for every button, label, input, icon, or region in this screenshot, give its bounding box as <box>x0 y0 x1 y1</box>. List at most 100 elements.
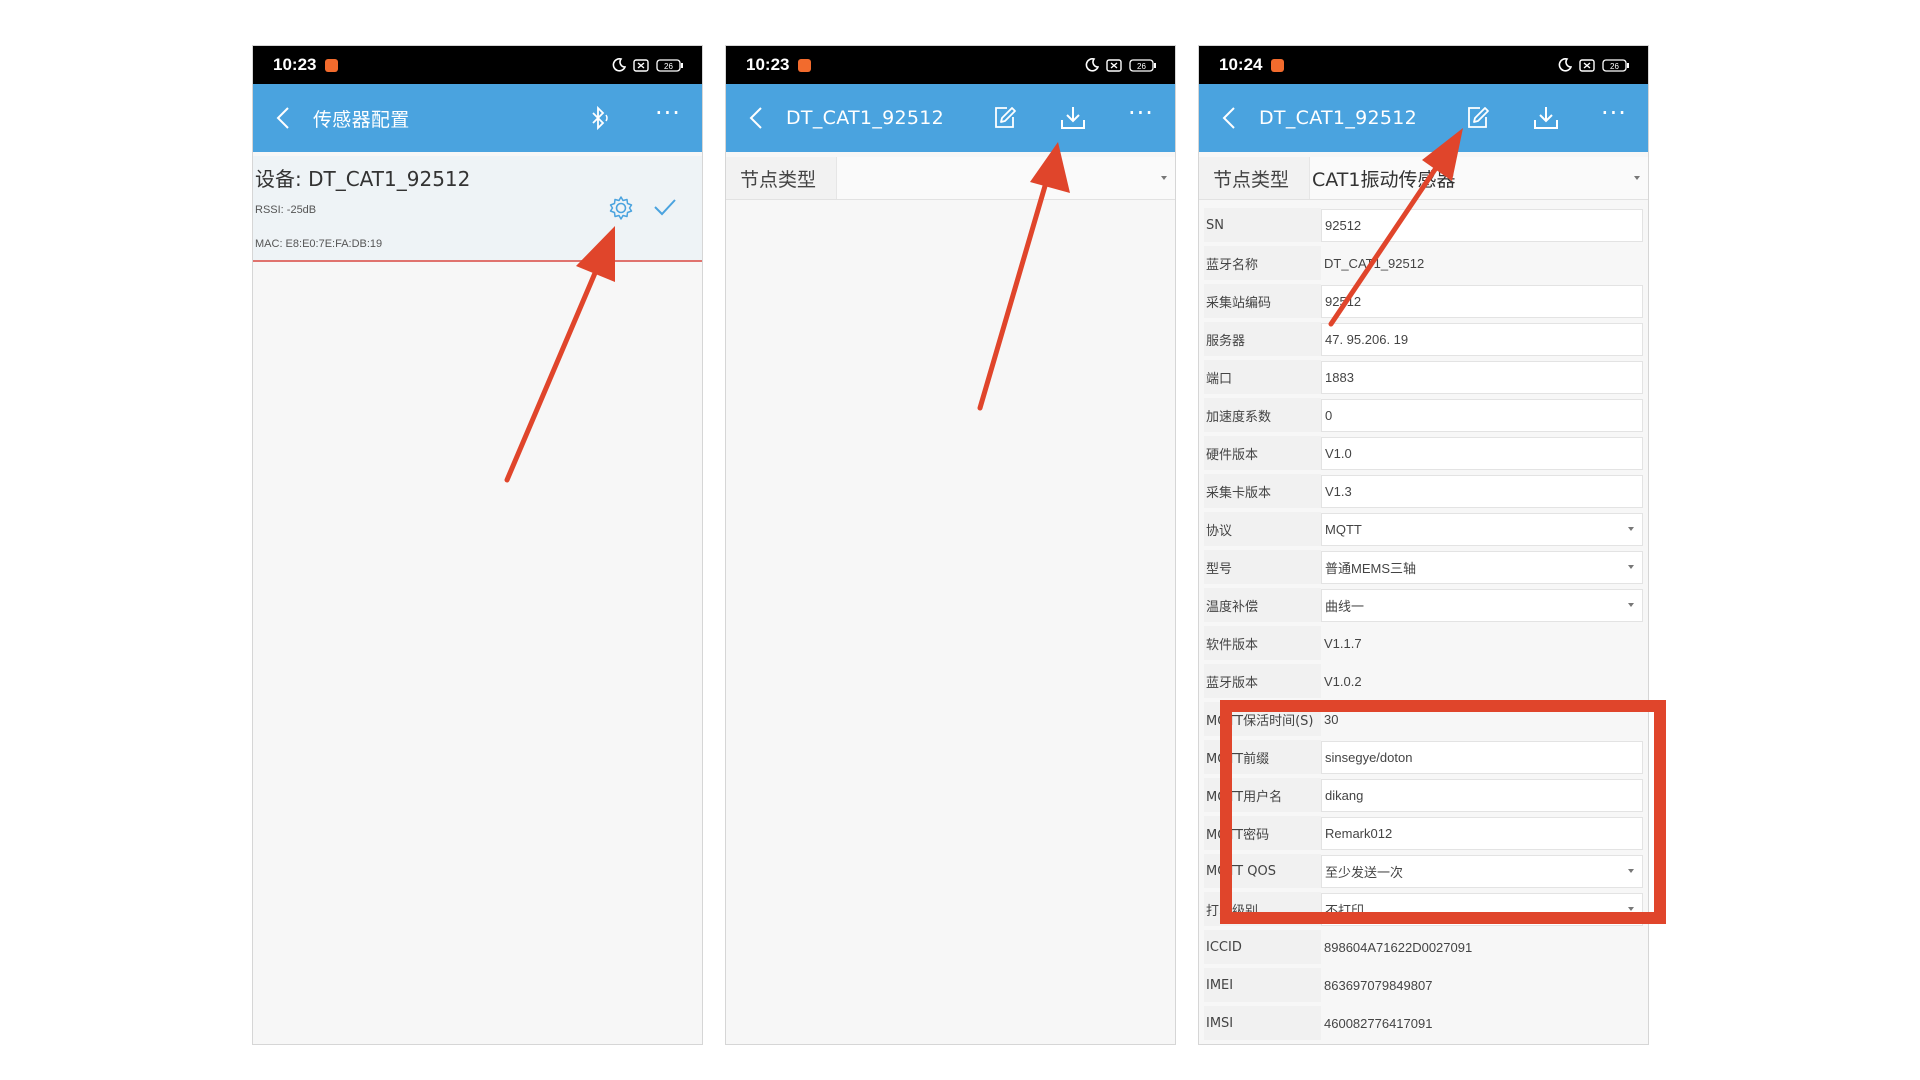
node-type-select[interactable]: CAT1振动传感器 <box>1309 157 1648 199</box>
node-type-value: CAT1振动传感器 <box>1312 168 1456 191</box>
status-bar: 10:23 26 <box>253 46 702 84</box>
param-value-text: 普通MEMS三轴 <box>1325 560 1417 576</box>
param-input[interactable]: Remark012 <box>1321 816 1643 850</box>
param-value-text: 92512 <box>1325 293 1362 309</box>
param-input[interactable]: V1.0 <box>1321 436 1643 470</box>
param-label: 蓝牙名称 <box>1204 246 1321 280</box>
param-value-text: MQTT <box>1325 521 1362 537</box>
param-row: 蓝牙版本 V1.0.2 <box>1204 662 1643 700</box>
node-type-select[interactable] <box>836 157 1175 199</box>
settings-button[interactable] <box>607 194 635 226</box>
param-input[interactable]: sinsegye/doton <box>1321 740 1643 774</box>
param-value-text: dikang <box>1325 787 1364 803</box>
param-input[interactable]: dikang <box>1321 778 1643 812</box>
status-time: 10:23 <box>273 55 317 74</box>
more-icon: ··· <box>655 99 681 127</box>
param-label: 蓝牙版本 <box>1204 664 1321 698</box>
back-button[interactable] <box>253 84 313 152</box>
param-value: V1.1.7 <box>1321 626 1643 660</box>
param-label: IMEI <box>1204 968 1321 1002</box>
node-type-row: 节点类型 <box>726 157 1175 200</box>
param-value-text: V1.1.7 <box>1324 635 1362 651</box>
param-row: 服务器 47. 95.206. 19 <box>1204 320 1643 358</box>
battery-level: 26 <box>1610 62 1619 71</box>
battery-icon: 26 <box>1129 58 1156 72</box>
param-input[interactable]: 1883 <box>1321 360 1643 394</box>
back-button[interactable] <box>1199 84 1259 152</box>
param-label: 加速度系数 <box>1204 398 1321 432</box>
param-value-text: 47. 95.206. 19 <box>1325 331 1409 347</box>
phone-screen-device-empty: 10:23 26 DT_CAT1_92512 ··· 节点类型 <box>725 45 1176 1045</box>
param-input[interactable]: 47. 95.206. 19 <box>1321 322 1643 356</box>
device-mac: MAC: E8:E0:7E:FA:DB:19 <box>255 238 383 250</box>
sim-off-icon <box>1579 58 1595 72</box>
param-row: MQTT QOS 至少发送一次 <box>1204 852 1643 890</box>
battery-level: 26 <box>1137 62 1146 71</box>
phone-screen-device-params: 10:24 26 DT_CAT1_92512 ··· 节点类型 CAT1振动传感… <box>1198 45 1649 1045</box>
more-button[interactable]: ··· <box>1580 84 1648 152</box>
param-input[interactable]: 92512 <box>1321 284 1643 318</box>
param-value-text: V1.3 <box>1325 483 1352 499</box>
param-select[interactable]: 不打印 <box>1321 892 1643 926</box>
param-input[interactable]: 0 <box>1321 398 1643 432</box>
param-select[interactable]: MQTT <box>1321 512 1643 546</box>
download-button[interactable] <box>1512 84 1580 152</box>
param-value: 460082776417091 <box>1321 1006 1643 1040</box>
param-label: 采集卡版本 <box>1204 474 1321 508</box>
more-button[interactable]: ··· <box>634 84 702 152</box>
app-bar: 传感器配置 ··· <box>253 84 702 152</box>
page-title: DT_CAT1_92512 <box>786 107 945 129</box>
param-row: 采集卡版本 V1.3 <box>1204 472 1643 510</box>
status-bar: 10:23 26 <box>726 46 1175 84</box>
param-input[interactable]: V1.3 <box>1321 474 1643 508</box>
bluetooth-button[interactable] <box>566 84 634 152</box>
edit-button[interactable] <box>971 84 1039 152</box>
download-button[interactable] <box>1039 84 1107 152</box>
sim-off-icon <box>633 58 649 72</box>
param-value-text: 863697079849807 <box>1324 977 1433 993</box>
recording-icon <box>1271 58 1285 72</box>
recording-icon <box>798 58 812 72</box>
param-label: 温度补偿 <box>1204 588 1321 622</box>
param-value-text: 至少发送一次 <box>1325 864 1404 880</box>
gear-icon <box>609 196 633 220</box>
param-value-text: 898604A71622D0027091 <box>1324 939 1473 955</box>
back-button[interactable] <box>726 84 786 152</box>
device-name: 设备: DT_CAT1_92512 <box>255 167 471 191</box>
param-select[interactable]: 曲线一 <box>1321 588 1643 622</box>
moon-icon <box>612 58 626 72</box>
edit-icon <box>1468 107 1489 128</box>
battery-icon: 26 <box>1602 58 1629 72</box>
more-button[interactable]: ··· <box>1107 84 1175 152</box>
param-select[interactable]: 普通MEMS三轴 <box>1321 550 1643 584</box>
back-icon <box>749 107 762 129</box>
recording-icon <box>325 58 339 72</box>
param-row: MQTT保活时间(S) 30 <box>1204 700 1643 738</box>
param-row: 打印级别 不打印 <box>1204 890 1643 928</box>
param-value-text: 曲线一 <box>1325 598 1365 614</box>
param-label: SN <box>1204 208 1321 242</box>
chevron-down-icon <box>1634 176 1640 180</box>
param-row: 温度补偿 曲线一 <box>1204 586 1643 624</box>
moon-icon <box>1085 58 1099 72</box>
param-input[interactable]: 92512 <box>1321 208 1643 242</box>
device-card[interactable]: 设备: DT_CAT1_92512 RSSI: -25dB MAC: E8:E0… <box>253 156 702 262</box>
param-row: 软件版本 V1.1.7 <box>1204 624 1643 662</box>
more-icon: ··· <box>1128 99 1154 127</box>
chevron-down-icon <box>1628 603 1634 607</box>
param-select[interactable]: 至少发送一次 <box>1321 854 1643 888</box>
status-time: 10:24 <box>1219 55 1263 74</box>
param-value-text: 460082776417091 <box>1324 1015 1433 1031</box>
download-icon <box>1061 107 1085 129</box>
param-value-text: 92512 <box>1325 217 1362 233</box>
download-icon <box>1534 107 1558 129</box>
param-label: 协议 <box>1204 512 1321 546</box>
param-label: 采集站编码 <box>1204 284 1321 318</box>
param-row: MQTT用户名 dikang <box>1204 776 1643 814</box>
edit-button[interactable] <box>1444 84 1512 152</box>
param-label: MQTT前缀 <box>1204 740 1321 774</box>
more-icon: ··· <box>1601 99 1627 127</box>
param-value: V1.0.2 <box>1321 664 1643 698</box>
confirm-button[interactable] <box>653 198 677 220</box>
param-row: 蓝牙名称 DT_CAT1_92512 <box>1204 244 1643 282</box>
